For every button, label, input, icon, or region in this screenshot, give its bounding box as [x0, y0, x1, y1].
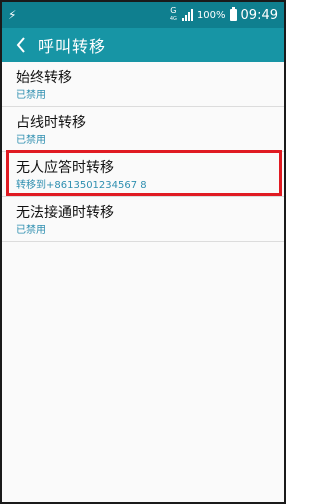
chevron-left-icon[interactable]	[10, 34, 32, 56]
chevron-left-icon	[16, 37, 25, 53]
list-item-label: 始终转移	[16, 70, 72, 86]
list-item-forward-when-busy[interactable]: 占线时转移 已禁用	[2, 107, 284, 152]
status-bar: ⚡︎ G 4G 100% 09:49	[2, 2, 284, 28]
app-bar: 呼叫转移	[2, 28, 284, 62]
list-item-forward-when-unreachable[interactable]: 无法接通时转移 已禁用	[2, 197, 284, 242]
status-time: 09:49	[240, 7, 278, 23]
list-item-forward-when-unanswered[interactable]: 无人应答时转移 转移到+8613501234567 8	[2, 152, 284, 197]
list-item-always-forward[interactable]: 始终转移 已禁用	[2, 62, 284, 107]
phone-screen: ⚡︎ G 4G 100% 09:49 呼叫转移 始终转移 已禁用 占线时转移 已…	[0, 0, 286, 504]
list-item-status: 已禁用	[16, 90, 46, 101]
list-item-status: 已禁用	[16, 135, 46, 146]
list-item-label: 无人应答时转移	[16, 160, 114, 176]
call-forwarding-list: 始终转移 已禁用 占线时转移 已禁用 无人应答时转移 转移到+861350123…	[2, 62, 284, 242]
page-title: 呼叫转移	[38, 37, 107, 56]
usb-icon: ⚡︎	[8, 8, 17, 22]
list-item-status: 已禁用	[16, 225, 46, 236]
network-type-indicator: G 4G	[169, 6, 177, 23]
list-item-label: 占线时转移	[16, 115, 86, 131]
list-item-label: 无法接通时转移	[16, 205, 114, 221]
status-icons: G 4G 100% 09:49	[170, 7, 278, 23]
list-item-status: 转移到+8613501234567 8	[16, 180, 147, 191]
battery-percent: 100%	[196, 9, 226, 21]
battery-icon	[229, 7, 237, 21]
signal-icon	[181, 9, 193, 21]
